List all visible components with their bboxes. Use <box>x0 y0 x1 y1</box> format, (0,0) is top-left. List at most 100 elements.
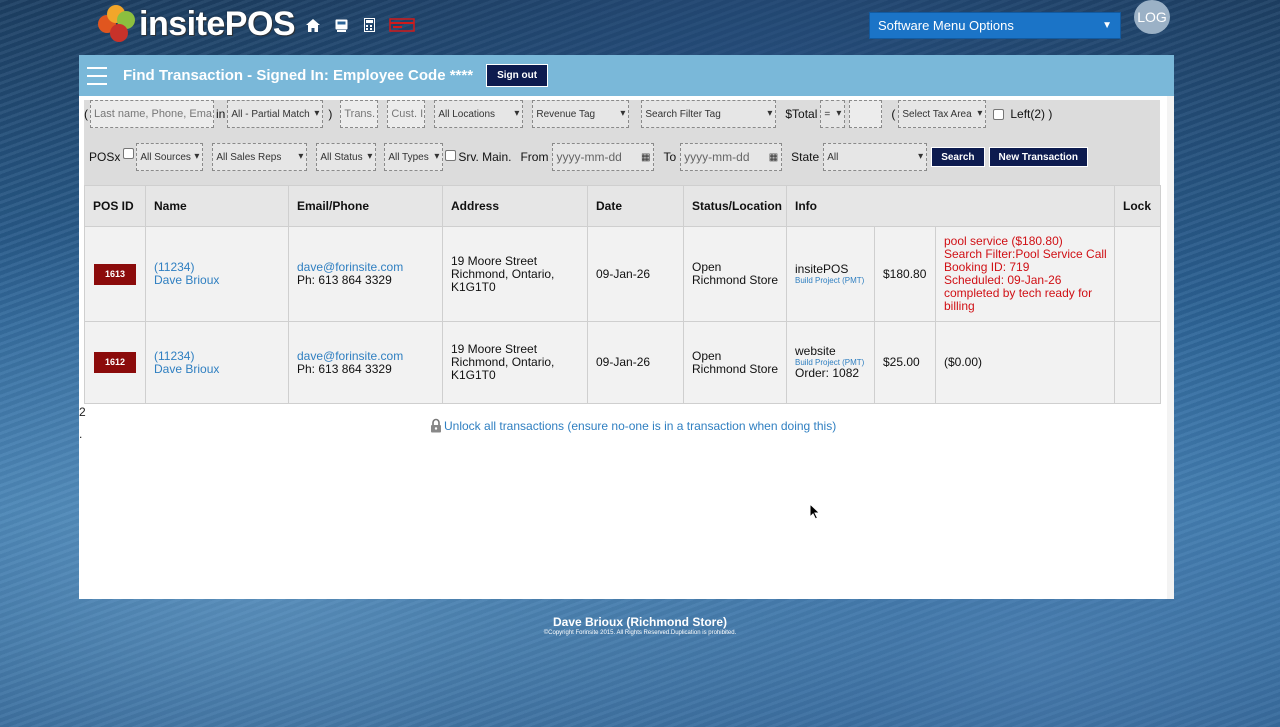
location-text: Richmond Store <box>692 273 779 287</box>
from-date-input[interactable]: yyyy-mm-dd ▦ <box>552 143 655 171</box>
balance-cell: ($0.00) <box>934 321 1116 404</box>
state-select[interactable]: All <box>823 143 928 171</box>
left-checkbox[interactable] <box>993 108 1005 120</box>
customer-number-link[interactable]: (11234) <box>154 349 288 363</box>
address-line-1: 19 Moore Street <box>451 253 538 268</box>
tax-open-paren: ( <box>891 107 896 121</box>
footer-user: Dave Brioux (Richmond Store) <box>552 615 728 629</box>
total-amount-input[interactable] <box>849 100 883 128</box>
state-label: State <box>791 150 820 164</box>
sales-reps-select[interactable]: All Sales Reps <box>212 143 308 171</box>
address-line-3: K1G1T0 <box>451 368 496 382</box>
phone-text: Ph: 613 864 3329 <box>297 361 392 376</box>
pos-id-badge[interactable]: 1613 <box>94 263 136 285</box>
unlock-all-link[interactable]: Unlock all transactions (ensure no-one i… <box>430 418 836 433</box>
tax-area-select[interactable]: Select Tax Area <box>898 100 987 128</box>
filter-row-2: POSx All Sources All Sales Reps All Stat… <box>89 143 1089 171</box>
to-label: To <box>663 150 677 164</box>
from-date-placeholder: yyyy-mm-dd <box>556 150 622 164</box>
filter-row-1: ( Last name, Phone, Ema in All - Partial… <box>84 100 1055 128</box>
customer-name-link[interactable]: Dave Brioux <box>154 274 288 287</box>
match-mode-select[interactable]: All - Partial Match <box>227 100 324 128</box>
lock-cell[interactable] <box>1114 226 1162 322</box>
unlock-all-text: Unlock all transactions (ensure no-one i… <box>444 418 837 433</box>
left-label: Left(2) ) <box>1010 107 1053 121</box>
posx-label: POSx <box>89 150 121 164</box>
status-select[interactable]: All Status <box>316 143 377 171</box>
calendar-icon[interactable]: ▦ <box>641 152 650 163</box>
software-menu-select[interactable]: Software Menu Options ▼ <box>869 12 1121 39</box>
col-name[interactable]: Name <box>145 185 289 227</box>
col-date[interactable]: Date <box>587 185 684 227</box>
col-info[interactable]: Info <box>785 185 1116 227</box>
calculator-icon[interactable] <box>361 17 377 33</box>
to-date-input[interactable]: yyyy-mm-dd ▦ <box>680 143 783 171</box>
software-menu-label: Software Menu Options <box>878 18 1014 33</box>
transactions-table: POS ID Name Email/Phone Address Date Sta… <box>84 185 1162 404</box>
order-number: Order: 1082 <box>795 366 860 380</box>
logo-mark-icon <box>98 5 136 43</box>
mouse-cursor-icon <box>809 502 821 523</box>
customer-search-input[interactable]: Last name, Phone, Ema <box>90 100 214 128</box>
footer-copyright: ©Copyright Forinsite 2015. All Rights Re… <box>543 630 737 636</box>
email-link[interactable]: dave@forinsite.com <box>297 349 442 363</box>
location-text: Richmond Store <box>692 361 779 376</box>
sign-out-button[interactable]: Sign out <box>486 64 549 87</box>
address-line-2: Richmond, Ontario, <box>451 266 555 281</box>
customer-name-link[interactable]: Dave Brioux <box>154 362 288 376</box>
phone-text: Ph: 613 864 3329 <box>297 273 392 287</box>
lock-cell[interactable] <box>1114 321 1162 404</box>
table-row[interactable]: 1612 (11234) Dave Brioux dave@forinsite.… <box>84 321 1162 404</box>
total-cell: $25.00 <box>874 321 936 404</box>
total-operator-select[interactable]: = <box>820 100 846 128</box>
new-transaction-button[interactable]: New Transaction <box>988 147 1089 167</box>
locations-select[interactable]: All Locations <box>434 100 524 128</box>
chevron-down-icon: ▼ <box>1102 20 1112 31</box>
top-nav-icons <box>305 17 415 33</box>
search-filters: ( Last name, Phone, Ema in All - Partial… <box>84 100 1160 185</box>
info-source: website <box>795 344 836 358</box>
trans-number-input[interactable]: Trans. <box>340 100 379 128</box>
srv-main-label: Srv. Main. <box>458 150 512 164</box>
posx-checkbox[interactable] <box>123 148 135 159</box>
to-date-placeholder: yyyy-mm-dd <box>684 150 750 164</box>
table-header-row: POS ID Name Email/Phone Address Date Sta… <box>84 185 1162 227</box>
col-address[interactable]: Address <box>442 185 588 227</box>
calendar-icon[interactable]: ▦ <box>769 152 778 163</box>
register-icon[interactable] <box>333 17 349 33</box>
results-dot: . <box>79 427 83 441</box>
hamburger-icon[interactable] <box>87 66 107 85</box>
build-project-link[interactable]: Build Project (PMT) <box>795 276 874 285</box>
status-text: Open <box>692 348 722 363</box>
col-email-phone[interactable]: Email/Phone <box>288 185 443 227</box>
cust-id-input[interactable]: Cust. I <box>387 100 426 128</box>
app-logo[interactable]: insitePOS <box>98 4 296 43</box>
in-label: in <box>216 107 226 121</box>
note-line: billing <box>944 299 975 313</box>
log-button[interactable]: LOG <box>1134 0 1170 34</box>
search-button[interactable]: Search <box>931 147 985 167</box>
info-source: insitePOS <box>795 262 849 276</box>
lock-icon <box>431 418 441 433</box>
col-pos-id[interactable]: POS ID <box>84 185 146 227</box>
col-status-location[interactable]: Status/Location <box>683 185 787 227</box>
col-lock[interactable]: Lock <box>1114 185 1162 227</box>
pos-id-badge[interactable]: 1612 <box>94 352 136 373</box>
date-cell: 09-Jan-26 <box>587 321 684 404</box>
home-icon[interactable] <box>305 17 321 33</box>
table-row[interactable]: 1613 (11234) Dave Brioux dave@forinsite.… <box>84 226 1162 322</box>
notes-cell: pool service ($180.80) Search Filter:Poo… <box>934 226 1116 322</box>
srv-main-checkbox[interactable] <box>445 149 457 161</box>
credit-card-icon[interactable] <box>389 17 415 33</box>
types-select[interactable]: All Types <box>384 143 444 171</box>
sources-select[interactable]: All Sources <box>136 143 204 171</box>
scrollbar[interactable] <box>1167 96 1174 599</box>
page-footer: Dave Brioux (Richmond Store) ©Copyright … <box>0 615 1280 636</box>
revenue-tag-select[interactable]: Revenue Tag <box>532 100 630 128</box>
results-count: 2 <box>79 405 86 419</box>
total-label: $Total <box>785 107 818 121</box>
logo-text: insitePOS <box>139 4 296 43</box>
date-cell: 09-Jan-26 <box>587 226 684 322</box>
search-filter-tag-select[interactable]: Search Filter Tag <box>641 100 777 128</box>
page-title: Find Transaction - Signed In: Employee C… <box>123 67 474 84</box>
